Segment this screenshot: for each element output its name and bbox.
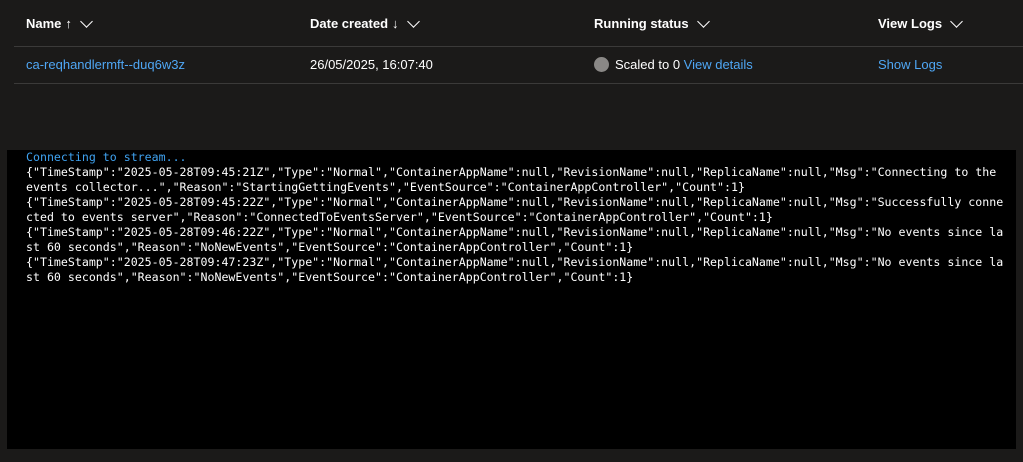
bottom-strip	[0, 449, 1023, 462]
revision-name-link[interactable]: ca-reqhandlermft--duq6w3z	[26, 57, 185, 72]
column-header-view-logs[interactable]: View Logs	[878, 14, 963, 31]
log-line: {"TimeStamp":"2025-05-28T09:45:22Z","Typ…	[26, 195, 1004, 224]
chevron-down-icon[interactable]	[950, 14, 963, 28]
chevron-down-icon[interactable]	[696, 14, 710, 28]
sort-ascending-icon: ↑	[65, 16, 72, 31]
chevron-down-icon[interactable]	[406, 14, 420, 28]
column-header-date-created[interactable]: Date created ↓	[310, 14, 420, 31]
column-header-logs-label: View Logs	[878, 16, 943, 31]
log-line: {"TimeStamp":"2025-05-28T09:45:21Z","Typ…	[26, 165, 1004, 194]
log-line: {"TimeStamp":"2025-05-28T09:47:23Z","Typ…	[26, 255, 1004, 284]
view-details-link[interactable]: View details	[684, 57, 753, 72]
date-created-value: 26/05/2025, 16:07:40	[310, 57, 433, 72]
column-header-name-label: Name	[26, 16, 62, 31]
running-status-cell: Scaled to 0 View details	[594, 57, 753, 73]
show-logs-link[interactable]: Show Logs	[878, 57, 942, 72]
sort-descending-icon: ↓	[392, 16, 399, 31]
table-row: ca-reqhandlermft--duq6w3z 26/05/2025, 16…	[14, 47, 1023, 84]
table-header-row: Name ↑ Date created ↓ Running status Vie…	[14, 0, 1023, 47]
column-header-date-label: Date created	[310, 16, 389, 31]
running-status-text: Scaled to 0	[615, 57, 681, 72]
log-line: {"TimeStamp":"2025-05-28T09:46:22Z","Typ…	[26, 225, 1004, 254]
column-header-name[interactable]: Name ↑	[26, 14, 93, 31]
column-header-status-label: Running status	[594, 16, 689, 31]
chevron-down-icon[interactable]	[80, 14, 93, 28]
log-stream-console[interactable]: Connecting to stream... {"TimeStamp":"20…	[7, 150, 1016, 449]
revisions-table: Name ↑ Date created ↓ Running status Vie…	[14, 0, 1023, 84]
column-header-running-status[interactable]: Running status	[594, 14, 710, 31]
container-app-revisions-page: Name ↑ Date created ↓ Running status Vie…	[0, 0, 1023, 462]
stream-status-text: Connecting to stream...	[26, 150, 187, 164]
status-circle-icon	[594, 57, 609, 73]
